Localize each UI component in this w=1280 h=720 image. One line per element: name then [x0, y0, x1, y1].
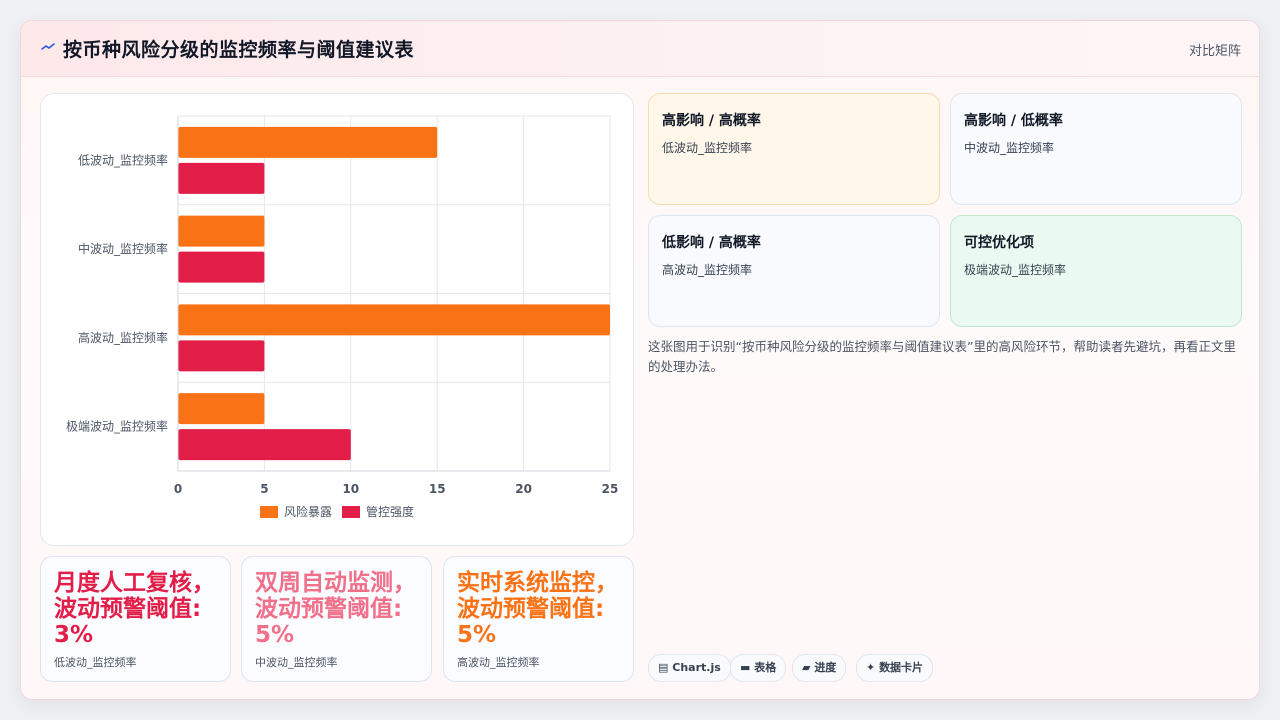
x-tick-label: 10: [342, 482, 359, 496]
matrix-cell-item: 低波动_监控频率: [662, 141, 753, 155]
y-tick-label: 低波动_监控频率: [78, 152, 168, 167]
chart-panel: 低波动_监控频率 中波动_监控频率 高波动_监控频率极端波动_监控频率 0 5 10 15 2…: [40, 93, 634, 546]
legend-label: 风险暴露: [284, 504, 332, 519]
legend-swatch: [260, 506, 278, 518]
header: 按币种风险分级的监控频率与阈值建议表 对比矩阵: [21, 21, 1259, 77]
bar: [178, 304, 610, 336]
matrix-cell-item: 中波动_监控频率: [964, 141, 1055, 155]
matrix-cell-title: 高影响 / 高概率: [662, 113, 761, 129]
stat-card-mid: 双周自动监测，波动预警阈值: 5% 中波动_监控频率: [241, 556, 432, 682]
tag-label: 数据卡片: [879, 661, 924, 674]
x-tick-label: 20: [515, 482, 532, 496]
matrix-cell-title: 低影响 / 高概率: [662, 235, 761, 251]
stat-value: 双周自动监测，波动预警阈值: 5%: [255, 570, 416, 648]
stat-card-high: 实时系统监控，波动预警阈值: 5% 高波动_监控频率: [443, 556, 634, 682]
x-tick-label: 0: [174, 482, 182, 496]
x-tick-label: 5: [260, 482, 268, 496]
bar: [178, 429, 351, 461]
x-tick-label: 25: [602, 482, 619, 496]
legend-label: 管控强度: [366, 504, 414, 519]
bar-chart: 低波动_监控频率中波动_监控频率高波动_监控频率极端波动_监控频率 0 5 10 15 2…: [66, 115, 619, 519]
bar: [178, 340, 265, 372]
progress-icon: ▰: [802, 661, 811, 674]
matrix-switch-button[interactable]: 对比矩阵: [1189, 40, 1241, 59]
tag-table[interactable]: ▬ 表格: [730, 654, 787, 682]
stat-value: 月度人工复核，波动预警阈值: 3%: [54, 570, 215, 648]
matrix-cell-high-impact-low-prob[interactable]: 高影响 / 低概率 中波动_监控频率: [950, 93, 1242, 205]
matrix-cell-title: 高影响 / 低概率: [964, 113, 1063, 129]
matrix-cell-title: 可控优化项: [964, 235, 1034, 251]
table-icon: ▬: [740, 661, 751, 674]
tag-chartjs[interactable]: ▤ Chart.js: [648, 654, 731, 682]
matrix-cell-high-impact-high-prob[interactable]: 高影响 / 高概率 低波动_监控频率: [648, 93, 940, 205]
trend-wave-icon: [41, 43, 55, 50]
chart-icon: ▤: [658, 661, 669, 674]
x-tick-label: 15: [429, 482, 446, 496]
stat-label: 高波动_监控频率: [457, 656, 540, 669]
matrix-cell-item: 高波动_监控频率: [662, 263, 753, 277]
bar: [178, 251, 265, 283]
stat-card-low: 月度人工复核，波动预警阈值: 3% 低波动_监控频率: [40, 556, 231, 682]
sparkle-icon: ✦: [866, 661, 876, 674]
page-title: 按币种风险分级的监控频率与阈值建议表: [63, 39, 415, 61]
tag-progress[interactable]: ▰ 进度: [792, 654, 847, 682]
y-tick-label: 高波动_监控频率: [78, 330, 168, 345]
matrix-cell-low-impact-high-prob[interactable]: 低影响 / 高概率 高波动_监控频率: [648, 215, 940, 327]
bar: [178, 126, 438, 158]
y-tick-label: 极端波动_监控频率: [66, 419, 168, 434]
bar: [178, 393, 265, 425]
tag-data-card[interactable]: ✦ 数据卡片: [856, 654, 934, 682]
description-note: 这张图用于识别“按币种风险分级的监控频率与阈值建议表”里的高风险环节，帮助读者先…: [648, 339, 1236, 374]
tag-label: Chart.js: [672, 661, 721, 674]
matrix-cell-controllable[interactable]: 可控优化项 极端波动_监控频率: [950, 215, 1242, 327]
legend-swatch: [342, 506, 360, 518]
main-card: 按币种风险分级的监控频率与阈值建议表 对比矩阵 低波动_监控频率 中波动_监控频率…: [20, 20, 1260, 700]
tag-label: 进度: [814, 661, 837, 674]
bar: [178, 215, 265, 247]
tag-label: 表格: [754, 661, 777, 674]
y-tick-label: 中波动_监控频率: [78, 241, 168, 256]
bar: [178, 162, 265, 194]
stat-value: 实时系统监控，波动预警阈值: 5%: [457, 570, 618, 648]
matrix-cell-item: 极端波动_监控频率: [964, 263, 1067, 277]
stat-label: 中波动_监控频率: [255, 656, 338, 669]
stat-label: 低波动_监控频率: [54, 656, 137, 669]
